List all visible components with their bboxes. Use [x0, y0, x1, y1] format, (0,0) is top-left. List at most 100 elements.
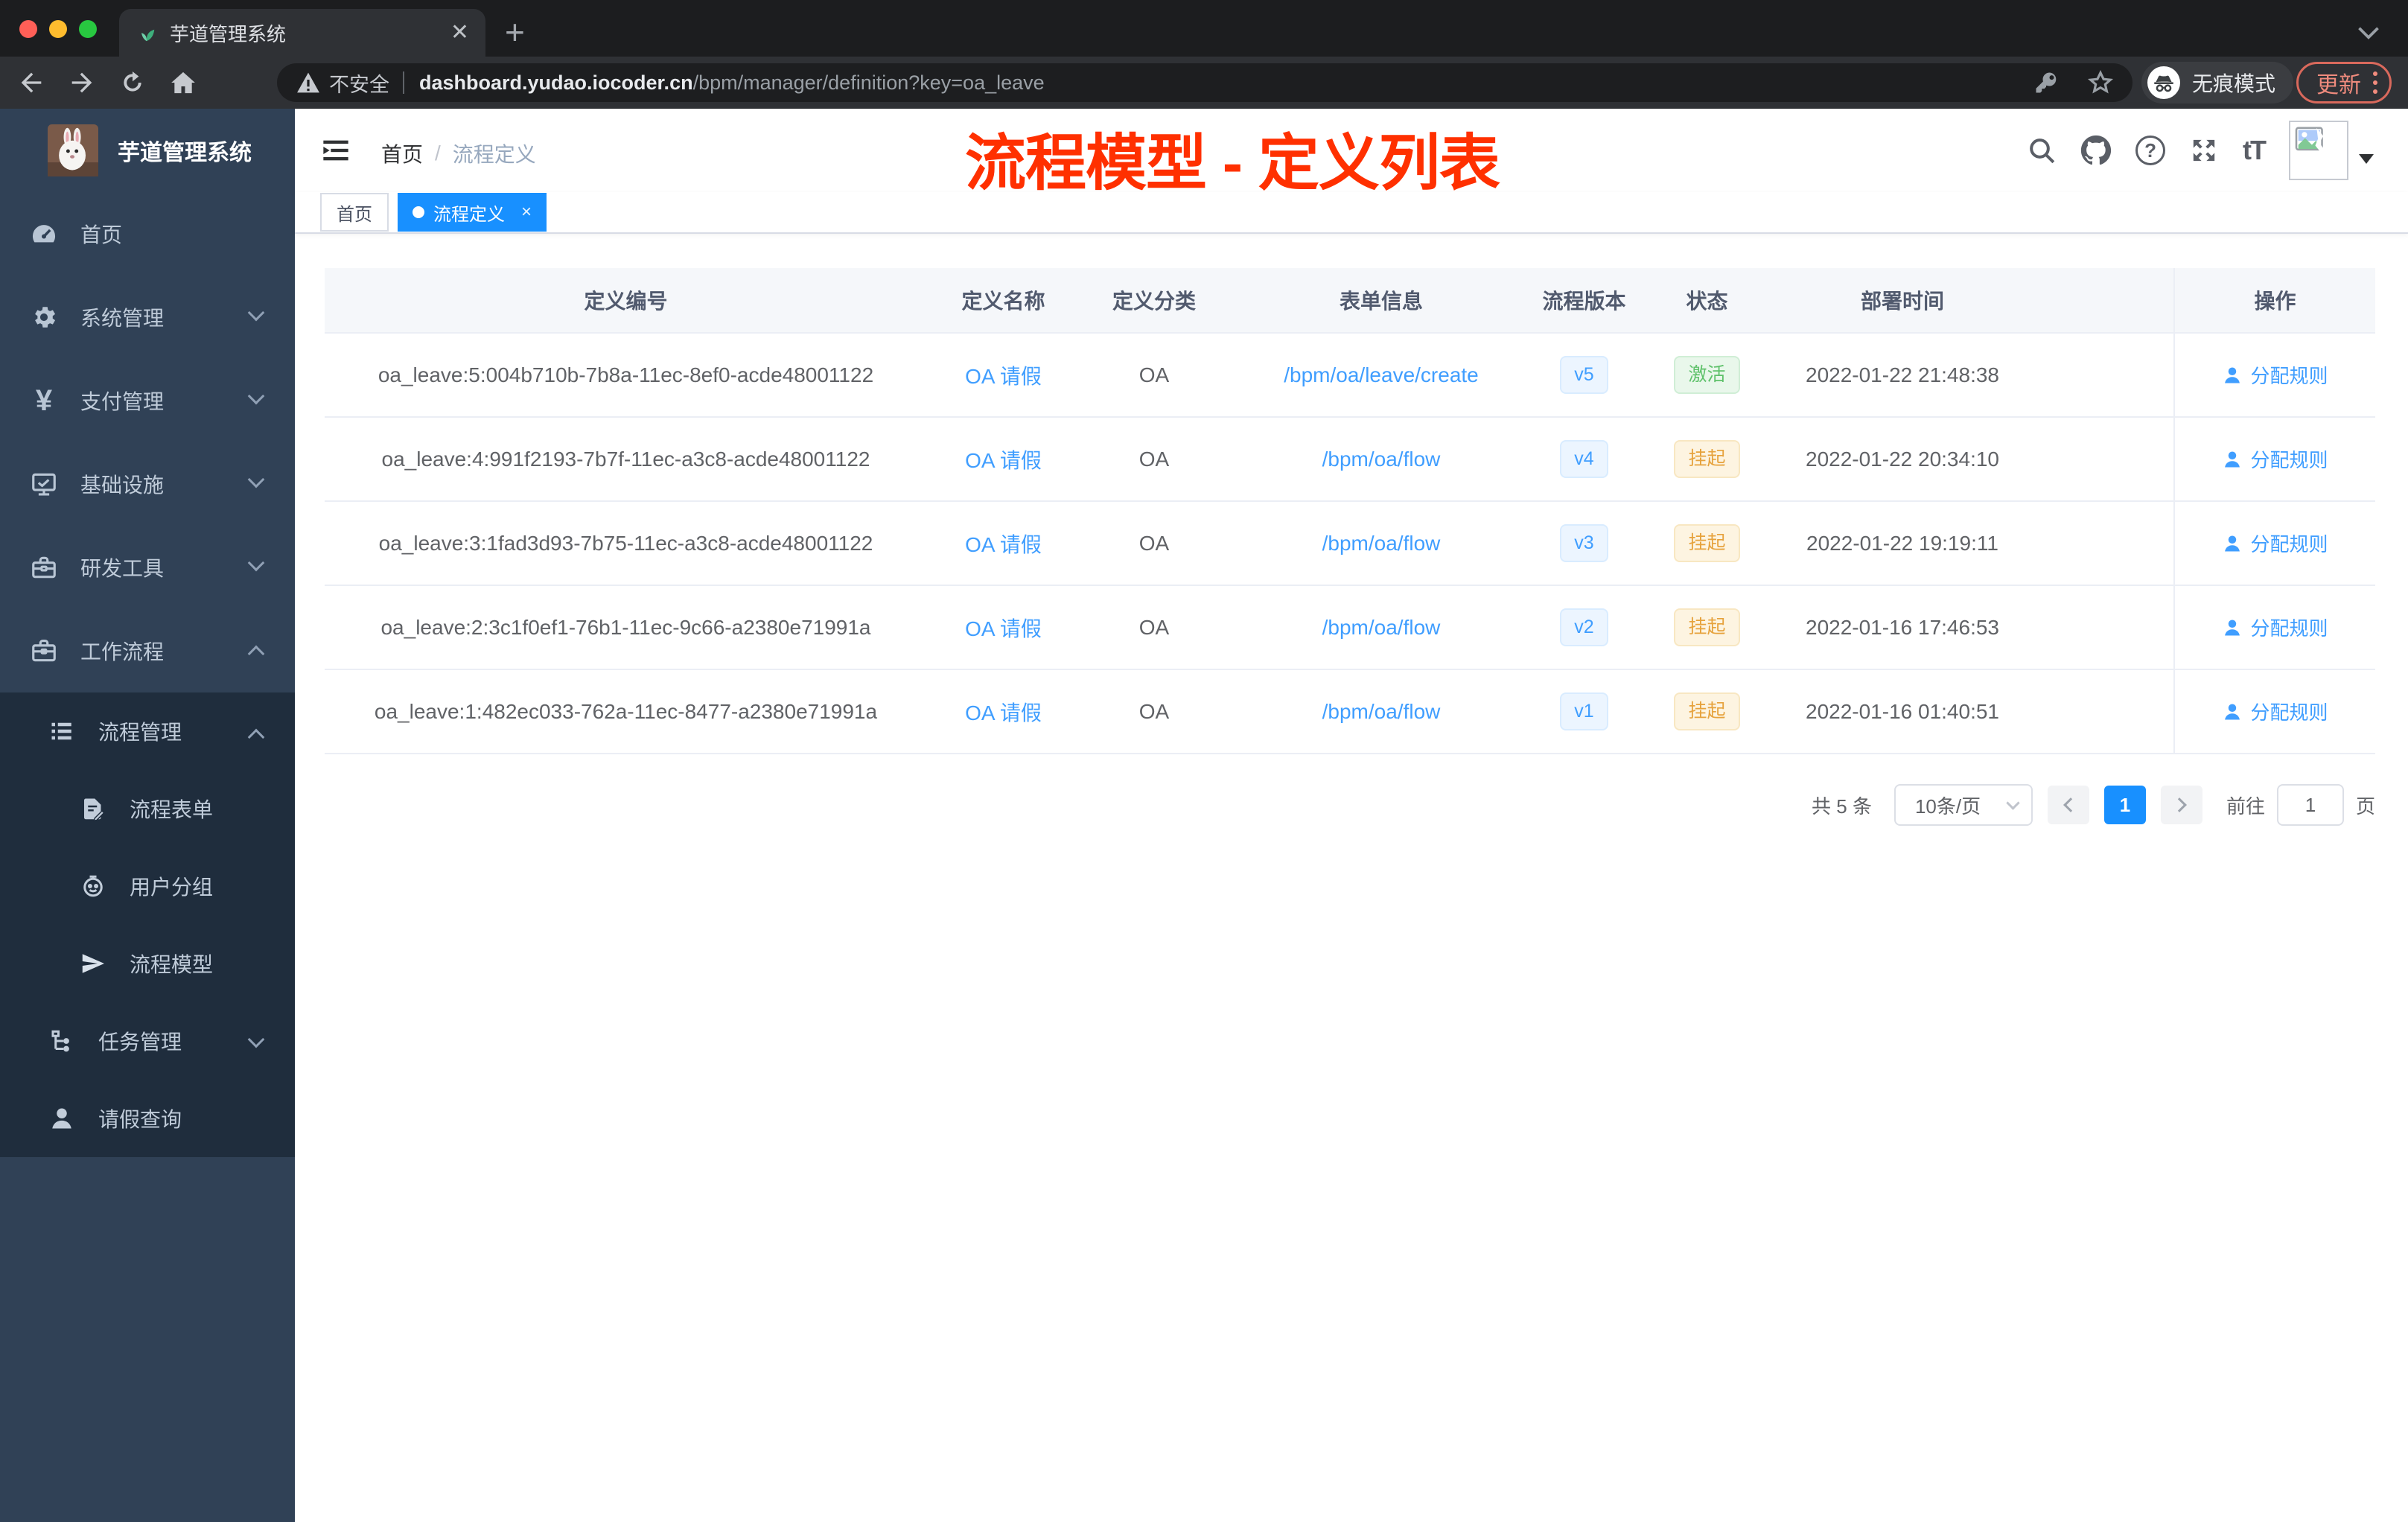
- browser-menu-dots-icon[interactable]: [2373, 71, 2377, 94]
- pagination-total: 共 5 条: [1812, 795, 1872, 818]
- cell-filler: [2025, 334, 2173, 416]
- passwords-key-icon[interactable]: [2033, 69, 2060, 96]
- table-row: oa_leave:4:991f2193-7b7f-11ec-a3c8-acde4…: [325, 418, 2375, 502]
- cell-category: OA: [1138, 531, 1170, 555]
- cell-filler: [2025, 418, 2173, 500]
- sidebar-item-user-group[interactable]: 用户分组: [0, 847, 295, 925]
- form-info-link[interactable]: /bpm/oa/flow: [1322, 532, 1441, 555]
- address-bar[interactable]: 不安全 dashboard.yudao.iocoder.cn/bpm/manag…: [277, 63, 2133, 102]
- sidebar-item-label: 流程模型: [130, 953, 214, 976]
- tag-home[interactable]: 首页: [320, 193, 389, 232]
- definition-name-link[interactable]: OA 请假: [965, 613, 1042, 643]
- search-icon[interactable]: [2027, 136, 2057, 165]
- url-path: /bpm/manager/definition?key=oa_leave: [692, 71, 1045, 94]
- tab-search-chevron-icon[interactable]: [2357, 25, 2380, 44]
- assign-rule-button[interactable]: 分配规则: [2222, 698, 2328, 725]
- version-badge: v2: [1560, 608, 1608, 646]
- security-label[interactable]: 不安全: [329, 69, 389, 98]
- cell-filler: [2025, 502, 2173, 585]
- chevron-right-icon: [2172, 797, 2187, 812]
- table-body: oa_leave:5:004b710b-7b8a-11ec-8ef0-acde4…: [325, 334, 2375, 754]
- user-icon: [2225, 535, 2240, 551]
- definition-name-link[interactable]: OA 请假: [965, 697, 1042, 727]
- sidebar-item-label: 首页: [80, 223, 123, 246]
- page-size-select[interactable]: 10条/页: [1893, 784, 2033, 826]
- fullscreen-icon[interactable]: [2189, 136, 2219, 165]
- forward-icon[interactable]: [67, 68, 97, 98]
- app-title: 芋道管理系统: [118, 141, 252, 165]
- sidebar-item-label: 任务管理: [98, 1031, 182, 1054]
- definition-name-link[interactable]: OA 请假: [965, 360, 1042, 390]
- url-host: dashboard.yudao.iocoder.cn: [419, 71, 693, 94]
- paper-plane-icon: [76, 950, 110, 977]
- assign-rule-button[interactable]: 分配规则: [2222, 361, 2328, 389]
- help-question-icon[interactable]: ?: [2135, 136, 2166, 165]
- status-badge: 挂起: [1674, 524, 1740, 562]
- avatar-caret-down-icon[interactable]: [2359, 154, 2374, 164]
- user-avatar-dropdown[interactable]: [2289, 121, 2374, 180]
- new-tab-button[interactable]: +: [505, 12, 525, 52]
- github-icon[interactable]: [2080, 135, 2112, 166]
- avatar-broken-image-icon[interactable]: [2289, 121, 2348, 180]
- home-icon[interactable]: [168, 68, 198, 98]
- sidebar-item-payment[interactable]: ¥ 支付管理: [0, 359, 295, 442]
- window-zoom-button[interactable]: [79, 20, 97, 38]
- next-page-button[interactable]: [2160, 786, 2202, 824]
- pagination: 共 5 条 10条/页 1 前往 页: [325, 784, 2375, 826]
- form-info-link[interactable]: /bpm/oa/leave/create: [1284, 363, 1479, 387]
- form-info-link[interactable]: /bpm/oa/flow: [1322, 616, 1441, 640]
- sidebar-item-devtools[interactable]: 研发工具: [0, 526, 295, 609]
- back-icon[interactable]: [16, 68, 46, 98]
- breadcrumb: 首页 / 流程定义: [381, 138, 536, 168]
- security-warning-icon[interactable]: [296, 71, 320, 94]
- assign-rule-button[interactable]: 分配规则: [2222, 614, 2328, 641]
- cell-definition-id: oa_leave:2:3c1f0ef1-76b1-11ec-9c66-a2380…: [380, 615, 871, 639]
- goto-page-input[interactable]: [2276, 784, 2344, 826]
- version-badge: v4: [1560, 440, 1608, 478]
- font-size-icon[interactable]: tT: [2243, 135, 2267, 166]
- chevron-down-icon: [247, 554, 265, 572]
- sidebar-item-system[interactable]: 系统管理: [0, 276, 295, 359]
- sidebar-item-process-model[interactable]: 流程模型: [0, 925, 295, 1002]
- sidebar-item-home[interactable]: 首页: [0, 192, 295, 276]
- url-divider: [403, 71, 404, 94]
- chevron-up-icon: [247, 728, 265, 746]
- current-page-button[interactable]: 1: [2103, 786, 2146, 824]
- pagination-goto: 前往 页: [2226, 784, 2375, 826]
- cell-definition-id: oa_leave:5:004b710b-7b8a-11ec-8ef0-acde4…: [378, 363, 874, 386]
- sidebar-item-label: 工作流程: [80, 640, 165, 663]
- sidebar-logo[interactable]: 芋道管理系统: [0, 109, 295, 192]
- sidebar-item-infrastructure[interactable]: 基础设施: [0, 442, 295, 526]
- bookmark-star-icon[interactable]: [2086, 69, 2115, 97]
- user-icon: [2225, 367, 2240, 383]
- breadcrumb-home[interactable]: 首页: [381, 138, 423, 168]
- window-close-button[interactable]: [19, 20, 37, 38]
- sidebar-item-task-management[interactable]: 任务管理: [0, 1002, 295, 1080]
- sidebar-item-process-form[interactable]: 流程表单: [0, 770, 295, 847]
- col-header-definition-id: 定义编号: [584, 290, 668, 313]
- sidebar-item-leave-query[interactable]: 请假查询: [0, 1080, 295, 1157]
- tag-close-icon[interactable]: ×: [521, 202, 532, 223]
- reload-icon[interactable]: [118, 68, 147, 98]
- window-minimize-button[interactable]: [49, 20, 67, 38]
- sidebar-item-label: 系统管理: [80, 307, 165, 330]
- update-label: 更新: [2316, 73, 2361, 98]
- sidebar-item-workflow[interactable]: 工作流程: [0, 609, 295, 692]
- prev-page-button[interactable]: [2047, 786, 2089, 824]
- hamburger-icon[interactable]: [320, 136, 351, 169]
- tab-close-icon[interactable]: ✕: [450, 22, 469, 44]
- sidebar-item-label: 流程表单: [130, 798, 214, 821]
- tree-list-icon: [45, 718, 79, 745]
- sidebar-item-process-management[interactable]: 流程管理: [0, 692, 295, 770]
- tag-process-definition-active[interactable]: 流程定义 ×: [398, 193, 547, 232]
- browser-tab[interactable]: 芋道管理系统 ✕: [119, 9, 485, 57]
- form-info-link[interactable]: /bpm/oa/flow: [1322, 448, 1441, 471]
- form-info-link[interactable]: /bpm/oa/flow: [1322, 700, 1441, 724]
- definition-name-link[interactable]: OA 请假: [965, 529, 1042, 558]
- assign-rule-button[interactable]: 分配规则: [2222, 529, 2328, 557]
- user-icon: [2225, 451, 2240, 467]
- assign-rule-button[interactable]: 分配规则: [2222, 445, 2328, 473]
- chevron-down-icon: [247, 387, 265, 405]
- browser-update-button[interactable]: 更新: [2296, 62, 2392, 104]
- definition-name-link[interactable]: OA 请假: [965, 445, 1042, 474]
